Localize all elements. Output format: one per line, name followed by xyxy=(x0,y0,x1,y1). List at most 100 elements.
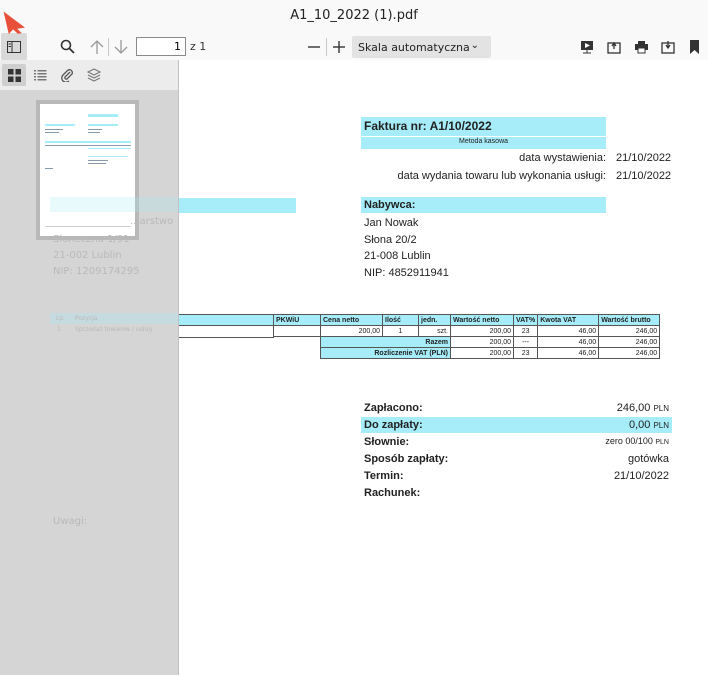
faded-uwagi: Uwagi: xyxy=(53,516,88,527)
next-page-button[interactable] xyxy=(112,33,130,60)
faded-row-lp: 1 xyxy=(57,326,61,333)
paperclip-icon xyxy=(61,69,73,82)
paid-label: Zapłacono: xyxy=(364,402,423,414)
faded-seller-line3: 21-002 Lublin xyxy=(53,250,122,261)
search-icon xyxy=(60,39,75,54)
items-table-left-header xyxy=(179,314,274,326)
faded-seller-line1: ...arstwo xyxy=(130,216,174,227)
tab-outline[interactable] xyxy=(28,64,52,86)
chevron-down-icon: ⌄ xyxy=(470,40,479,51)
razem-brutto: 246,00 xyxy=(598,336,661,348)
print-button[interactable] xyxy=(631,33,651,60)
col-jedn: jedn. xyxy=(418,314,451,326)
cell-kwota-vat: 46,00 xyxy=(537,325,600,337)
page-number-input[interactable] xyxy=(136,37,186,56)
presentation-mode-button[interactable] xyxy=(577,33,597,60)
faded-table-header xyxy=(50,313,178,324)
find-button[interactable] xyxy=(57,33,77,60)
invoice-method: Metoda kasowa xyxy=(458,138,509,145)
payment-method: gotówka xyxy=(628,453,669,465)
cell-pkwiu xyxy=(273,325,321,337)
due-label: Do zapłaty: xyxy=(364,419,423,431)
toolbar-separator xyxy=(108,38,109,56)
tab-layers[interactable] xyxy=(82,64,106,86)
table-row: 200,00 1 szt. 200,00 23 46,00 246,00 xyxy=(273,325,661,337)
words-label: Słownie: xyxy=(364,436,410,448)
tab-thumbnails[interactable] xyxy=(2,64,26,86)
cell-wartosc-brutto: 246,00 xyxy=(598,325,661,337)
presentation-icon xyxy=(581,40,593,53)
page-thumbnail-1[interactable] xyxy=(36,100,139,240)
razem-vat-pct: --- xyxy=(512,336,539,348)
faded-col-lp: Lp. xyxy=(56,315,66,322)
items-table-left-row xyxy=(179,326,274,338)
rozliczenie-vat-pct: 23 xyxy=(512,347,539,359)
open-file-button[interactable] xyxy=(604,33,624,60)
table-row-rozliczenie: Rozliczenie VAT (PLN) 200,00 23 46,00 24… xyxy=(274,347,661,359)
col-wartosc-brutto: Wartość brutto xyxy=(598,314,661,326)
paid-value: 246,00 PLN xyxy=(616,402,669,414)
buyer-name: Jan Nowak xyxy=(364,217,419,229)
printer-icon xyxy=(634,40,648,53)
thumbnail-page xyxy=(40,104,135,236)
zoom-select[interactable]: Skala automatyczna ⌄ xyxy=(352,36,491,58)
issue-date-label: data wystawienia: xyxy=(519,152,606,164)
zoom-out-button[interactable] xyxy=(305,33,323,60)
col-wartosc-netto: Wartość netto xyxy=(450,314,514,326)
items-table-header: PKWiU Cena netto Ilość jedn. Wartość net… xyxy=(273,314,661,326)
cell-jedn: szt. xyxy=(418,325,451,337)
col-pkwiu: PKWiU xyxy=(273,314,321,326)
col-ilosc: Ilość xyxy=(382,314,419,326)
col-cena-netto: Cena netto xyxy=(320,314,383,326)
bank-account-label: Rachunek: xyxy=(364,487,421,499)
due-value: 0,00 PLN xyxy=(628,419,669,431)
window-title: A1_10_2022 (1).pdf xyxy=(290,8,418,23)
previous-page-button[interactable] xyxy=(88,33,106,60)
thumbnail-sidebar: ...arstwo Słoneczna 1/91 21-002 Lublin N… xyxy=(0,60,179,675)
download-icon xyxy=(661,40,675,54)
buyer-city: 21-008 Lublin xyxy=(364,250,431,262)
grid-icon xyxy=(7,68,21,82)
cell-wartosc-netto: 200,00 xyxy=(450,325,514,337)
sidebar-tabs xyxy=(0,60,178,90)
cell-ilosc: 1 xyxy=(382,325,419,337)
table-row-razem: Razem 200,00 --- 46,00 246,00 xyxy=(274,336,661,348)
cell-cena-netto: 200,00 xyxy=(320,325,383,337)
col-vat-pct: VAT% xyxy=(512,314,539,326)
rozliczenie-brutto: 246,00 xyxy=(598,347,661,359)
save-button[interactable] xyxy=(658,33,678,60)
rozliczenie-netto: 200,00 xyxy=(450,347,514,359)
words-value: zero 00/100 PLN xyxy=(605,436,669,446)
buyer-header: Nabywca: xyxy=(364,199,416,211)
arrow-up-icon xyxy=(90,39,104,54)
sidebar-toggle-button[interactable] xyxy=(1,33,27,60)
bookmark-icon xyxy=(689,39,699,54)
tab-attachments[interactable] xyxy=(55,64,79,86)
buyer-street: Słona 20/2 xyxy=(364,234,417,246)
razem-kwota-vat: 46,00 xyxy=(537,336,600,348)
razem-label: Razem xyxy=(320,336,451,348)
faded-col-pozycja: Pozycja xyxy=(75,315,98,322)
razem-netto: 200,00 xyxy=(450,336,514,348)
window-titlebar: A1_10_2022 (1).pdf xyxy=(0,0,708,33)
zoom-in-button[interactable] xyxy=(330,33,348,60)
payment-method-label: Sposób zapłaty: xyxy=(364,453,449,465)
open-file-icon xyxy=(607,41,621,54)
mouse-cursor-icon xyxy=(3,11,26,34)
rozliczenie-kwota-vat: 46,00 xyxy=(537,347,600,359)
zoom-select-value: Skala automatyczna xyxy=(358,40,470,54)
due-date: 21/10/2022 xyxy=(613,470,669,482)
toolbar-separator xyxy=(326,38,327,56)
plus-icon xyxy=(333,40,345,53)
sidebar-toggle-icon xyxy=(7,40,21,53)
due-date-label: Termin: xyxy=(364,470,404,482)
delivery-date-label: data wydania towaru lub wykonania usługi… xyxy=(397,170,606,182)
bookmark-button[interactable] xyxy=(686,33,702,60)
minus-icon xyxy=(308,45,320,48)
layers-icon xyxy=(87,68,101,82)
invoice-title: Faktura nr: A1/10/2022 xyxy=(364,119,492,133)
pdf-page: Faktura nr: A1/10/2022 Metoda kasowa dat… xyxy=(179,60,708,675)
cell-vat-pct: 23 xyxy=(512,325,539,337)
delivery-date: 21/10/2022 xyxy=(616,170,672,182)
arrow-down-icon xyxy=(114,39,128,54)
